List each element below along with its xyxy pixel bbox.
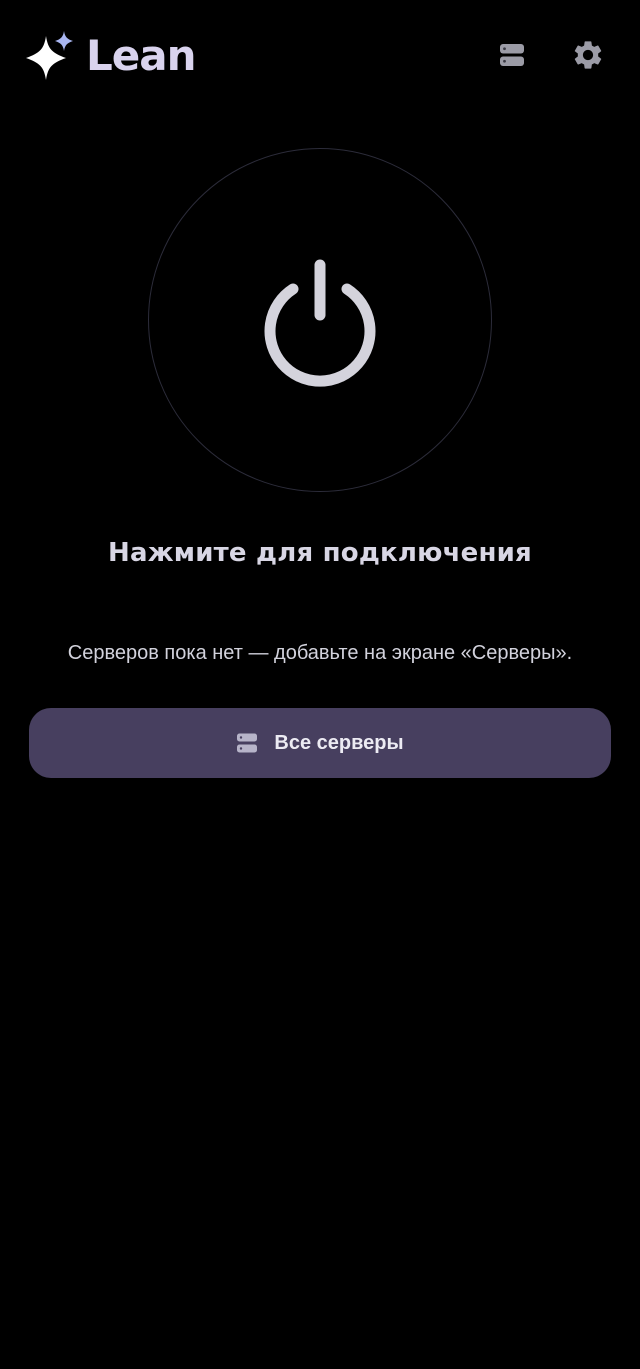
servers-button[interactable] — [490, 33, 534, 77]
app-name: Lean — [86, 31, 196, 80]
all-servers-label: Все серверы — [274, 731, 404, 754]
server-stack-icon — [500, 44, 524, 66]
settings-button[interactable] — [566, 33, 610, 77]
power-icon — [264, 259, 376, 387]
app-logo: Lean — [24, 30, 196, 82]
all-servers-button[interactable]: Все серверы — [29, 708, 611, 778]
gear-icon — [574, 41, 602, 69]
server-stack-icon — [237, 733, 258, 753]
sparkle-icon — [26, 31, 73, 80]
connect-title: Нажмите для подключения — [108, 538, 532, 568]
empty-servers-hint: Серверов пока нет — добавьте на экране «… — [67, 642, 573, 664]
app-header: Lean — [0, 0, 640, 110]
connect-power-button[interactable] — [148, 148, 492, 492]
